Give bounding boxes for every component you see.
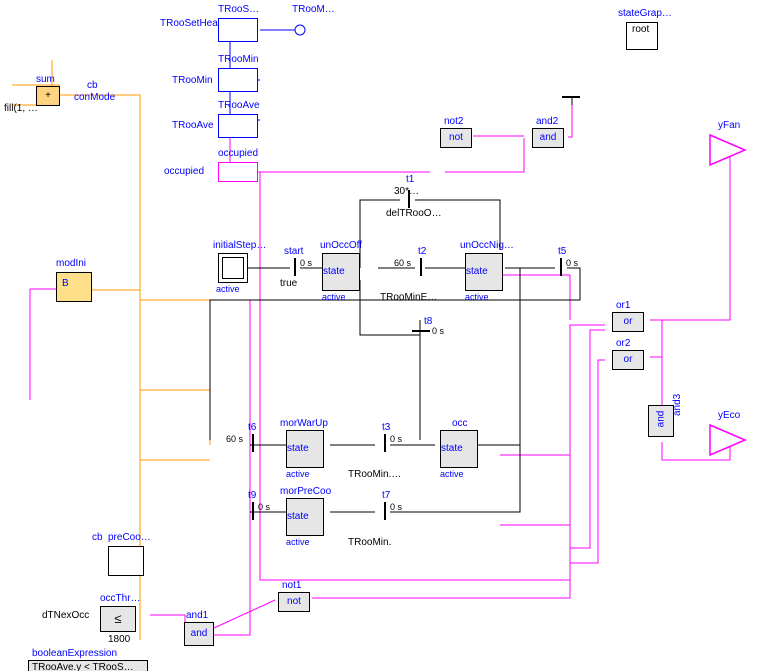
label-conmode: conMode xyxy=(74,92,115,103)
block-not2[interactable]: not xyxy=(440,128,472,148)
label-troos: TRooS… xyxy=(218,4,259,15)
transition-t5[interactable] xyxy=(560,258,562,276)
label-and1: and1 xyxy=(186,610,208,621)
label-t7-time: 0 s xyxy=(390,502,402,512)
label-t3: t3 xyxy=(382,422,390,433)
label-morwarup: morWarUp xyxy=(280,418,328,429)
label-t1: t1 xyxy=(406,174,414,185)
label-t8-time: 0 s xyxy=(432,326,444,336)
label-troosethea: TRooSetHea xyxy=(160,18,218,29)
block-initialstep[interactable] xyxy=(218,253,248,283)
label-modini: modIni xyxy=(56,258,86,269)
label-unoccnig-active: active xyxy=(465,292,489,302)
label-t5: t5 xyxy=(558,246,566,257)
label-t6: t6 xyxy=(248,422,256,433)
label-or2: or2 xyxy=(616,338,630,349)
label-unoccnig: unOccNig… xyxy=(460,240,514,251)
label-morwarup-active: active xyxy=(286,469,310,479)
label-troomin-top: TRooMin xyxy=(218,54,259,65)
block-or2[interactable]: or xyxy=(612,350,644,370)
block-sum[interactable]: + xyxy=(36,86,60,106)
block-and3[interactable]: and xyxy=(648,405,674,437)
block-troomin[interactable] xyxy=(218,68,258,92)
label-true: true xyxy=(280,278,297,289)
label-t7: t7 xyxy=(382,490,390,501)
label-t9-time: 0 s xyxy=(258,502,270,512)
label-occupied: occupied xyxy=(164,166,204,177)
block-and2[interactable]: and xyxy=(532,128,564,148)
transition-t6[interactable] xyxy=(252,434,254,452)
label-unoccoff-active: active xyxy=(322,292,346,302)
label-initialstep-active: active xyxy=(216,284,240,294)
label-troomin: TRooMin xyxy=(172,75,213,86)
state-morwarup[interactable]: state xyxy=(286,430,324,468)
label-t2-time: 60 s xyxy=(394,258,411,268)
block-precoo[interactable] xyxy=(108,546,144,576)
transition-t3[interactable] xyxy=(384,434,386,452)
label-and2: and2 xyxy=(536,116,558,127)
label-start-time: 0 s xyxy=(300,258,312,268)
transition-t7[interactable] xyxy=(384,502,386,520)
label-t6-time: 60 s xyxy=(226,434,243,444)
state-occ[interactable]: state xyxy=(440,430,478,468)
label-trooave: TRooAve xyxy=(172,120,214,131)
transition-start[interactable] xyxy=(294,258,296,276)
label-fill: fill(1, … xyxy=(4,103,38,114)
label-occthr: occThr… xyxy=(100,593,141,604)
label-sum: sum xyxy=(36,74,55,85)
block-or1[interactable]: or xyxy=(612,312,644,332)
block-boolexpr[interactable]: TRooAve.y < TRooS… xyxy=(28,660,148,671)
state-morprecoo[interactable]: state xyxy=(286,498,324,536)
label-root: root xyxy=(632,24,649,35)
label-dtnexocc: dTNexOcc xyxy=(42,610,89,621)
block-and1[interactable]: and xyxy=(184,622,214,646)
label-occ: occ xyxy=(452,418,468,429)
transition-t9[interactable] xyxy=(252,502,254,520)
label-yfan: yFan xyxy=(718,120,740,131)
block-not1[interactable]: not xyxy=(278,592,310,612)
label-troom: TRooM… xyxy=(292,4,335,15)
label-or1: or1 xyxy=(616,300,630,311)
label-stategraph: stateGrap… xyxy=(618,8,672,19)
label-troomine: TRooMinE… xyxy=(380,292,437,303)
label-cb: cb xyxy=(87,80,98,91)
block-le[interactable]: ≤ xyxy=(100,606,136,632)
label-trooave-top: TRooAve xyxy=(218,100,260,111)
label-t5-time: 0 s xyxy=(566,258,578,268)
label-troomin3: TRooMin.… xyxy=(348,469,401,480)
state-unoccoff[interactable]: state xyxy=(322,253,360,291)
label-not2: not2 xyxy=(444,116,463,127)
label-start: start xyxy=(284,246,303,257)
label-troomin7: TRooMin. xyxy=(348,537,391,548)
label-boolexpr-title: booleanExpression xyxy=(32,648,117,659)
label-deltroo: delTRooO… xyxy=(386,208,442,219)
label-precoo: preCoo… xyxy=(108,532,151,543)
label-leval: 1800 xyxy=(108,634,130,645)
label-morprecoo-active: active xyxy=(286,537,310,547)
label-initialstep: initialStep… xyxy=(213,240,266,251)
block-trooave[interactable] xyxy=(218,114,258,138)
state-unoccnig[interactable]: state xyxy=(465,253,503,291)
label-occ-active: active xyxy=(440,469,464,479)
transition-t4[interactable] xyxy=(562,96,580,98)
label-t1-val: 30*… xyxy=(394,186,419,197)
label-occupied-top: occupied xyxy=(218,148,258,159)
label-morprecoo: morPreCoo xyxy=(280,486,331,497)
label-b: B xyxy=(62,278,69,289)
transition-t8[interactable] xyxy=(412,330,430,332)
label-not1: not1 xyxy=(282,580,301,591)
label-t9: t9 xyxy=(248,490,256,501)
block-troos[interactable] xyxy=(218,18,258,42)
label-t2: t2 xyxy=(418,246,426,257)
label-t3-time: 0 s xyxy=(390,434,402,444)
block-occupied[interactable] xyxy=(218,162,258,182)
transition-t2[interactable] xyxy=(420,258,422,276)
label-yeco: yEco xyxy=(718,410,740,421)
label-cb2: cb xyxy=(92,532,103,543)
label-unoccoff: unOccOff xyxy=(320,240,362,251)
